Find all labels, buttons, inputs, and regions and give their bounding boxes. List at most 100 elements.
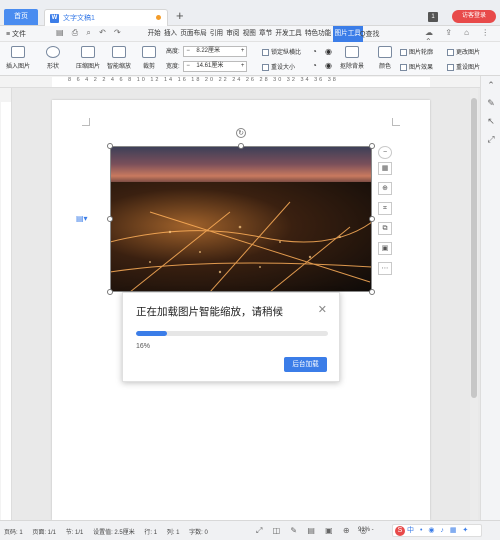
picture-effects-button[interactable]: 图片效果 [400, 62, 433, 71]
new-tab-button[interactable]: + [176, 9, 184, 23]
picture-outline-button[interactable]: 图片轮廓 [400, 47, 433, 56]
vertical-scrollbar[interactable] [470, 88, 478, 520]
resize-handle-e[interactable] [369, 216, 375, 222]
close-icon[interactable]: ✕ [318, 303, 327, 316]
change-picture-button[interactable]: 更改图片 [447, 47, 480, 56]
remove-background-label: 抠除背景 [340, 64, 365, 70]
shape-label: 形状 [46, 64, 59, 70]
rotate-handle-icon[interactable]: ↻ [236, 128, 246, 138]
status-pages[interactable]: 页面: 1/1 [32, 530, 56, 536]
tab-page-layout[interactable]: 页面布局 [179, 26, 209, 42]
edit-pen-icon[interactable]: ✎ [486, 98, 496, 108]
picture-outline-label: 图片轮廓 [409, 50, 434, 56]
resize-handle-nw[interactable] [107, 143, 113, 149]
picture-copy-icon[interactable]: ⧉ [378, 222, 392, 235]
smart-zoom-button[interactable]: 智能缩放 [107, 46, 131, 70]
margin-corner-mark [392, 118, 400, 126]
resize-handle-ne[interactable] [369, 143, 375, 149]
remove-background-button[interactable]: 抠除背景 [340, 46, 364, 70]
status-position[interactable]: 设置值: 2.5厘米 [93, 530, 135, 536]
insert-picture-button[interactable]: 插入图片 [6, 46, 30, 70]
compress-picture-button[interactable]: 压缩图片 [76, 46, 100, 70]
writer-doc-icon: W [50, 14, 59, 23]
width-field: 宽度: 14.61厘米 [166, 61, 248, 72]
picture-icon [11, 46, 25, 58]
status-page-number[interactable]: 页码: 1 [4, 530, 23, 536]
status-col[interactable]: 列: 1 [167, 530, 180, 536]
change-picture-label: 更改图片 [456, 50, 481, 56]
tab-features[interactable]: 特色功能 [303, 26, 333, 42]
status-word-count[interactable]: 字数: 0 [189, 530, 208, 536]
search-button[interactable]: Q查找 [360, 29, 379, 39]
horizontal-ruler[interactable]: 8 6 4 2 2 4 6 8 10 12 14 16 18 20 22 24 … [0, 76, 480, 88]
status-row[interactable]: 行: 1 [144, 530, 157, 536]
document-tab-title: 文字文稿1 [63, 15, 95, 22]
tab-developer[interactable]: 开发工具 [274, 26, 304, 42]
tab-section[interactable]: 章节 [257, 26, 273, 42]
image-selection-frame [110, 146, 372, 292]
vertical-ruler[interactable] [0, 88, 12, 520]
reset-picture-button[interactable]: 重设图片 [447, 62, 480, 71]
collapse-tools-icon[interactable]: − [378, 146, 392, 159]
resize-handle-w[interactable] [107, 216, 113, 222]
document-tab[interactable]: W 文字文稿1 [44, 9, 168, 26]
width-input[interactable]: 14.61厘米 [183, 61, 248, 72]
compress-label: 压缩图片 [76, 64, 101, 70]
resize-icon[interactable]: ⤢ [486, 134, 496, 144]
resize-handle-sw[interactable] [107, 289, 113, 295]
status-items: 页码: 1 页面: 1/1 节: 1/1 设置值: 2.5厘米 行: 1 列: … [4, 527, 216, 536]
height-field: 高度: 8.22厘米 [166, 46, 248, 57]
align-icons-bottom[interactable]: ◔ ◉ [312, 61, 335, 70]
shape-icon [46, 46, 60, 58]
picture-ratio-icon[interactable]: ▣ [378, 242, 392, 255]
zoom-level[interactable]: 91% - [358, 527, 374, 533]
align-icons-top[interactable]: ◔ ◉ [312, 47, 335, 56]
tab-insert[interactable]: 插入 [162, 26, 178, 42]
file-menu[interactable]: ≡ 文件 [6, 29, 26, 39]
height-input[interactable]: 8.22厘米 [183, 46, 248, 57]
height-label: 高度: [166, 49, 180, 56]
anchor-icon[interactable]: ▤▾ [76, 214, 88, 223]
smart-zoom-loading-dialog: 正在加载图片智能缩放，请稍候 ✕ 16% 后台加载 [122, 292, 340, 382]
picture-effects-label: 图片效果 [409, 65, 434, 71]
sogou-icon: S [395, 526, 405, 536]
select-cursor-icon[interactable]: ↖ [486, 116, 496, 126]
layout-options-icon[interactable]: ▦ [378, 162, 392, 175]
margin-corner-mark [82, 118, 90, 126]
resize-handle-se[interactable] [369, 289, 375, 295]
title-bar: 首页 W 文字文稿1 + 1 访客登录 [0, 0, 500, 26]
tab-view[interactable]: 视图 [241, 26, 257, 42]
zoom-picture-icon[interactable]: ⊕ [378, 182, 392, 195]
tab-references[interactable]: 引用 [208, 26, 224, 42]
background-load-button[interactable]: 后台加载 [284, 357, 327, 372]
right-side-toolbar: ⌃ ✎ ↖ ⤢ [480, 76, 500, 520]
login-button[interactable]: 访客登录 [452, 10, 496, 23]
resize-handle-n[interactable] [238, 143, 244, 149]
color-button[interactable]: 颜色 [378, 46, 392, 70]
lock-ratio-checkbox[interactable]: 锁定纵横比 [262, 47, 301, 56]
home-tab[interactable]: 首页 [4, 9, 38, 25]
ruler-numbers: 8 6 4 2 2 4 6 8 10 12 14 16 18 20 22 24 … [68, 77, 338, 83]
scrollbar-thumb[interactable] [471, 98, 477, 398]
view-mode-icons[interactable]: ⤢ ◫ ✎ ▤ ▣ ⊕ ◎ [256, 526, 371, 536]
remove-background-icon [345, 46, 359, 58]
window-count-badge[interactable]: 1 [428, 12, 438, 22]
checkbox-icon [262, 48, 269, 56]
shape-button[interactable]: 形状 [46, 46, 60, 70]
more-options-icon[interactable]: ⋯ [378, 262, 392, 275]
smart-zoom-icon [112, 46, 126, 58]
tab-start[interactable]: 开始 [146, 26, 162, 42]
tab-review[interactable]: 审阅 [225, 26, 241, 42]
height-value: 8.22厘米 [196, 48, 221, 54]
status-section[interactable]: 节: 1/1 [66, 530, 84, 536]
reset-size-button[interactable]: 重设大小 [262, 62, 295, 71]
collapse-icon[interactable]: ⌃ [486, 80, 496, 90]
smart-zoom-label: 智能缩放 [107, 64, 132, 70]
input-method-bar[interactable]: S中 • ◉ ♪ ▦ ✦ [392, 524, 482, 537]
color-label: 颜色 [378, 64, 391, 70]
width-value: 14.61厘米 [196, 63, 224, 69]
crop-button[interactable]: 裁剪 [142, 46, 156, 70]
quick-access-icons[interactable]: ▤ ⎙ ⌕ ↶ ↷ [56, 28, 124, 38]
crop-tool-icon[interactable]: ⌗ [378, 202, 392, 215]
tab-picture-tools[interactable]: 图片工具 [332, 26, 363, 42]
